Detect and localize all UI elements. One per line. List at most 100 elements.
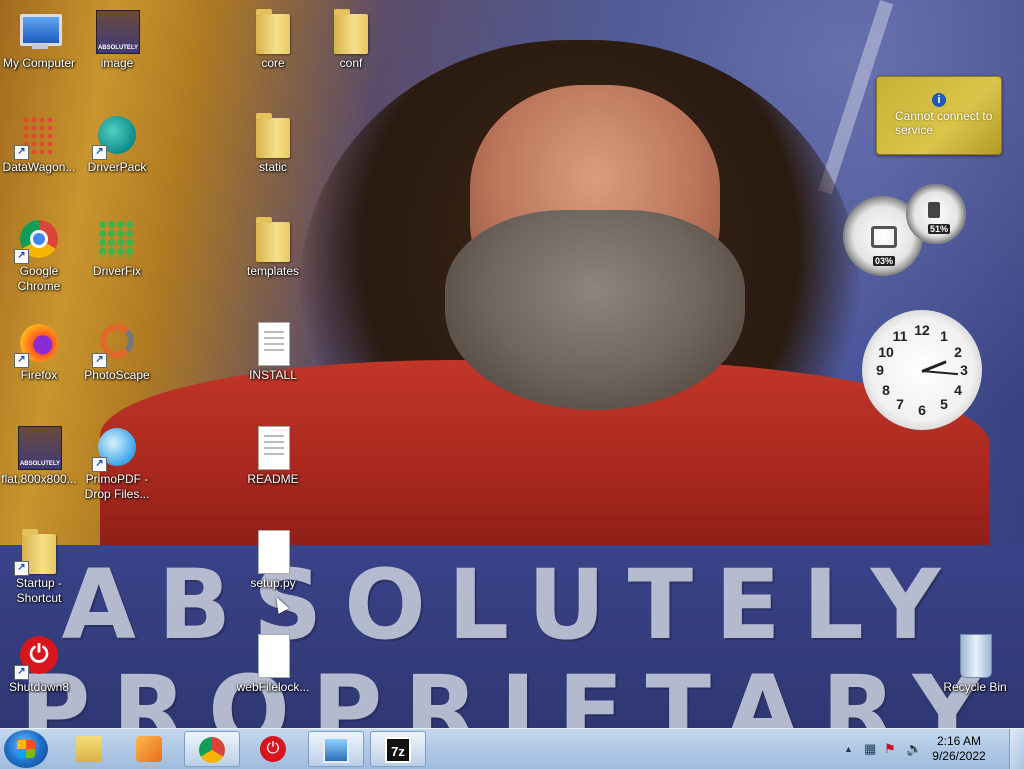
icon-label: core — [261, 56, 285, 70]
clock-number-5: 5 — [940, 396, 948, 412]
desktop-icon-image[interactable]: ABSOLUTELY image — [78, 8, 156, 71]
clock-number-8: 8 — [882, 382, 890, 398]
icon-label: DriverFix — [93, 264, 141, 278]
desktop-icon-photoscape[interactable]: ↗ PhotoScape — [78, 320, 156, 383]
icon-label: Firefox — [20, 368, 58, 382]
icon-label: Shutdown8 — [8, 680, 70, 694]
desktop-icon-flat-image[interactable]: ABSOLUTELY flat,800x800... — [0, 424, 78, 487]
icon-label: conf — [339, 56, 363, 70]
icon-label: README — [247, 472, 299, 486]
memory-gauge[interactable]: 51% — [906, 184, 966, 244]
driverpack-icon: ↗ — [92, 112, 140, 160]
primopdf-icon: ↗ — [92, 424, 140, 472]
show-hidden-icons-icon[interactable]: ▲ — [844, 744, 853, 754]
media-player-icon — [136, 736, 162, 762]
icon-label: PhotoScape — [84, 368, 150, 382]
icon-label: Recycle Bin — [943, 680, 1007, 694]
start-button[interactable] — [4, 730, 48, 768]
volume-icon[interactable]: 🔈 — [906, 741, 922, 757]
banner-line-1: ABSOLUTELY — [61, 549, 963, 661]
desktop-icon-shutdown8[interactable]: ⏻ ↗ Shutdown8 — [0, 632, 78, 695]
driverfix-icon — [94, 216, 140, 262]
icon-label: DataWagon... — [2, 160, 76, 174]
desktop-icon-driverpack[interactable]: ↗ DriverPack — [78, 112, 156, 175]
icon-label: PrimoPDF - Drop Files... — [84, 472, 150, 501]
folder-icon — [328, 8, 374, 54]
desktop-icon-webfilelock[interactable]: webFilelock... — [234, 632, 312, 695]
shutdown-icon: ⏻ — [260, 736, 286, 762]
image-icon: ABSOLUTELY — [16, 424, 62, 470]
weather-gadget[interactable]: i Cannot connect to service — [876, 76, 1002, 155]
taskbar-shutdown[interactable]: ⏻ — [246, 731, 302, 767]
icon-label: Startup - Shortcut — [15, 576, 63, 605]
desktop-icon-core[interactable]: core — [234, 8, 312, 71]
desktop-icon-datawagon[interactable]: ↗ DataWagon... — [0, 112, 78, 175]
chrome-icon — [199, 737, 225, 763]
folder-icon — [250, 8, 296, 54]
folder-shortcut-icon: ↗ — [14, 528, 62, 576]
clock-gadget[interactable]: 12 1 2 3 4 5 6 7 8 9 10 11 — [862, 310, 982, 430]
clock-number-12: 12 — [914, 322, 930, 338]
desktop-icon-driverfix[interactable]: DriverFix — [78, 216, 156, 279]
memory-percent: 51% — [928, 224, 951, 234]
desktop-icon-conf[interactable]: conf — [312, 8, 390, 71]
desktop-icon-install[interactable]: INSTALL — [234, 320, 312, 383]
cpu-percent: 03% — [873, 256, 896, 266]
desktop-icon-setup-py[interactable]: setup.py — [234, 528, 312, 591]
action-center-icon[interactable]: ⚑ — [884, 741, 896, 757]
desktop-icon-startup-shortcut[interactable]: ↗ Startup - Shortcut — [0, 528, 78, 606]
firefox-icon: ↗ — [14, 320, 62, 368]
icon-label: webFilelock... — [236, 680, 310, 694]
clock-tray[interactable]: 2:16 AM 9/26/2022 — [924, 734, 994, 764]
show-desktop-button[interactable] — [1009, 729, 1024, 769]
start-icon — [17, 740, 35, 758]
chrome-icon: ↗ — [14, 216, 62, 264]
icon-label: My Computer — [2, 56, 76, 70]
document-icon — [250, 424, 296, 470]
clock-number-4: 4 — [954, 382, 962, 398]
tray-date: 9/26/2022 — [932, 749, 986, 763]
clock-number-9: 9 — [876, 362, 884, 378]
clock-number-10: 10 — [878, 344, 894, 360]
tray-time: 2:16 AM — [936, 734, 982, 748]
taskbar-media-player[interactable] — [122, 731, 178, 767]
7zip-label: 7z — [391, 744, 405, 759]
system-tray: ▲ ▦ ⚑ 🔈 2:16 AM 9/26/2022 — [834, 729, 1024, 769]
icon-label: DriverPack — [87, 160, 147, 174]
file-icon — [250, 632, 296, 678]
memory-chip-icon — [928, 202, 940, 218]
icon-label: Google Chrome — [17, 264, 61, 293]
folder-icon — [250, 112, 296, 158]
desktop: ABSOLUTELY PROPRIETARY My Computer ↗ Dat… — [0, 0, 1024, 728]
clock-number-2: 2 — [954, 344, 962, 360]
info-icon: i — [932, 93, 946, 107]
desktop-icon-my-computer[interactable]: My Computer — [0, 8, 78, 71]
desktop-icon-primopdf[interactable]: ↗ PrimoPDF - Drop Files... — [78, 424, 156, 502]
icon-label: setup.py — [250, 576, 296, 590]
desktop-icon-recycle-bin[interactable]: Recycle Bin — [936, 632, 1014, 695]
document-icon — [250, 320, 296, 366]
datawagon-icon: ↗ — [14, 112, 62, 160]
desktop-icon-firefox[interactable]: ↗ Firefox — [0, 320, 78, 383]
recycle-bin-icon — [952, 632, 998, 678]
taskbar-explorer[interactable] — [62, 731, 118, 767]
icon-label: INSTALL — [249, 368, 297, 382]
icon-label: image — [100, 56, 134, 70]
wallpaper-banner: ABSOLUTELY PROPRIETARY — [0, 545, 1024, 728]
desktop-icon-static[interactable]: static — [234, 112, 312, 175]
icon-label: static — [258, 160, 287, 174]
computer-icon — [16, 8, 62, 54]
desktop-icon-templates[interactable]: templates — [234, 216, 312, 279]
clock-number-6: 6 — [918, 402, 926, 418]
banner-line-2: PROPRIETARY — [20, 655, 1004, 728]
clock-number-11: 11 — [892, 328, 908, 344]
clock-number-7: 7 — [896, 396, 904, 412]
taskbar-chrome[interactable] — [184, 731, 240, 767]
clock-number-3: 3 — [960, 362, 968, 378]
taskbar-image-viewer[interactable] — [308, 731, 364, 767]
taskbar-7zip[interactable]: 7z — [370, 731, 426, 767]
desktop-icon-google-chrome[interactable]: ↗ Google Chrome — [0, 216, 78, 294]
network-icon[interactable]: ▦ — [864, 741, 876, 757]
file-icon — [250, 528, 296, 574]
desktop-icon-readme[interactable]: README — [234, 424, 312, 487]
